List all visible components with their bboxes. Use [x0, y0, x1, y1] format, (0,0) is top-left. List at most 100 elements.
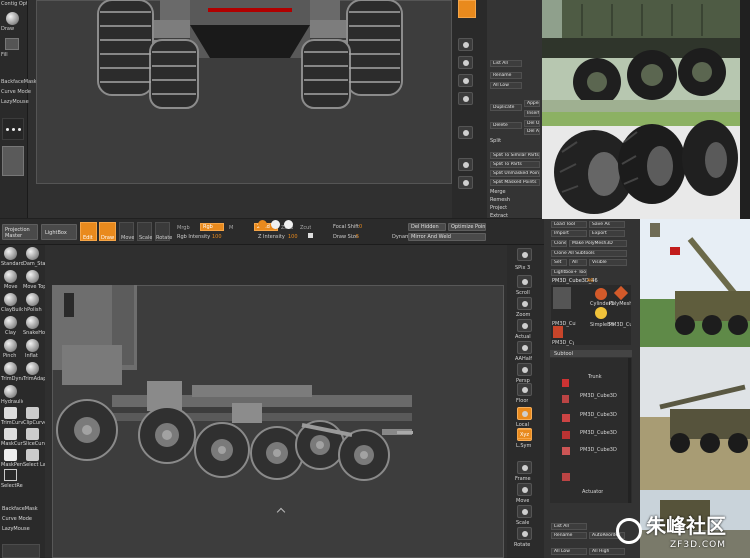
trimcurve-icon[interactable]	[4, 407, 17, 419]
subtool-item-5[interactable]: PM3D_Cube3D	[580, 447, 617, 453]
simplebrush-thumb-icon[interactable]	[595, 307, 607, 319]
clipcurve-icon[interactable]	[26, 407, 39, 419]
make-polymesh-button[interactable]: Make PolyMesh3D	[569, 240, 627, 247]
list-all-button[interactable]: List All	[490, 60, 522, 67]
selectrect-icon[interactable]	[4, 469, 17, 481]
scale-mode-button[interactable]: Scale	[137, 222, 152, 241]
lazymouse-toggle[interactable]: LazyMouse	[2, 526, 44, 532]
all-low-button[interactable]: All Low	[490, 82, 522, 89]
edit-mode-button[interactable]: Edit	[80, 222, 97, 241]
scroll-button[interactable]	[517, 275, 532, 288]
clay-brush-icon[interactable]	[4, 316, 17, 329]
rotate-view-button[interactable]	[517, 527, 532, 540]
hpolish-brush-icon[interactable]	[26, 293, 39, 306]
floor-button[interactable]	[517, 383, 532, 396]
insert-button[interactable]: Insert	[524, 110, 540, 117]
set-button[interactable]: Set	[551, 259, 567, 266]
rename-subtool-button[interactable]: Rename	[551, 532, 587, 539]
list-all-subtool-button[interactable]: List All	[551, 523, 587, 530]
frame-button[interactable]	[517, 461, 532, 474]
scale-view-button[interactable]	[517, 505, 532, 518]
split-masked-button[interactable]: Split Masked Points	[490, 179, 540, 186]
curve-mode-label[interactable]: Curve Mode	[1, 89, 31, 95]
subtool-item-actuator[interactable]: Actuator	[582, 489, 603, 495]
claybuildup-brush-icon[interactable]	[4, 293, 17, 306]
move-mode-button[interactable]: Move	[119, 222, 134, 241]
remesh-label[interactable]: Remesh	[490, 197, 510, 203]
maskcurve-icon[interactable]	[4, 428, 17, 440]
mrgb-label[interactable]: Mrgb	[177, 225, 190, 231]
top-shelf-tool-2[interactable]	[458, 56, 473, 69]
hydraulic-brush-icon[interactable]	[4, 385, 17, 398]
all-button[interactable]: All	[569, 259, 587, 266]
zoom-button[interactable]	[517, 297, 532, 310]
inflat-brush-icon[interactable]	[26, 339, 39, 352]
standard-brush-icon[interactable]	[4, 247, 17, 260]
top-shelf-tool-5[interactable]	[458, 126, 473, 139]
trimadaptive-brush-icon[interactable]	[26, 362, 39, 375]
cylinder-thumb-icon[interactable]	[595, 288, 607, 300]
move-topological-brush-icon[interactable]	[26, 270, 39, 283]
split-similar-button[interactable]: Split To Similar Parts	[490, 152, 540, 159]
snakehook-brush-icon[interactable]	[26, 316, 39, 329]
export-button[interactable]: Export	[589, 230, 625, 237]
lazymouse-label[interactable]: LazyMouse	[1, 99, 29, 105]
actual-button[interactable]	[517, 319, 532, 332]
subtool-scrollbar[interactable]	[628, 358, 631, 503]
del-oth-button[interactable]: Del Oth	[524, 120, 540, 127]
lightbox-button[interactable]: LightBox	[41, 224, 77, 240]
subtool-item-4[interactable]: PM3D_Cube3D	[580, 430, 617, 436]
spix-button[interactable]	[517, 248, 532, 261]
current-tool-thumb[interactable]	[553, 287, 571, 309]
clone-all-subtools-button[interactable]: Clone All Subtools	[551, 250, 627, 257]
visible-button[interactable]: Visible	[589, 259, 627, 266]
move-brush-icon[interactable]	[4, 270, 17, 283]
persp-button[interactable]	[517, 363, 532, 376]
m-label[interactable]: M	[229, 225, 233, 231]
subtool-item-2[interactable]: PM3D_Cube3D	[580, 393, 617, 399]
subtool-item-trunk[interactable]: Trunk	[588, 374, 602, 380]
append-button[interactable]: Append	[524, 100, 540, 107]
white-color-swatch-2[interactable]	[284, 220, 293, 229]
top-shelf-tool-4[interactable]	[458, 92, 473, 105]
rgb-intensity-value[interactable]: 100	[212, 234, 222, 240]
slider-knob-icon[interactable]	[308, 233, 313, 238]
top-shelf-tool-1[interactable]	[458, 38, 473, 51]
pinch-brush-icon[interactable]	[4, 339, 17, 352]
aahalf-button[interactable]	[517, 341, 532, 354]
material-color-swatch[interactable]	[258, 220, 267, 229]
maskpen-icon[interactable]	[4, 449, 17, 461]
local-button[interactable]	[517, 407, 532, 420]
stroke-dots-icon[interactable]	[2, 118, 24, 140]
draw-brush-icon[interactable]	[6, 12, 19, 25]
merge-label[interactable]: Merge	[490, 189, 506, 195]
zcut-label[interactable]: Zcut	[300, 225, 311, 231]
mirror-and-weld-button[interactable]: Mirror And Weld	[408, 233, 486, 241]
split-parts-button[interactable]: Split To Parts	[490, 161, 540, 168]
slicecurve-icon[interactable]	[26, 428, 39, 440]
rotate-mode-button[interactable]: Rotate	[155, 222, 172, 241]
projection-master-button[interactable]: Projection Master	[2, 224, 38, 240]
xyz-button[interactable]: Xyz	[517, 429, 532, 439]
rename-button[interactable]: Rename	[490, 72, 522, 79]
clone-button[interactable]: Clone	[551, 240, 567, 247]
dam-standard-brush-icon[interactable]	[26, 247, 39, 260]
save-as-button[interactable]: Save As	[589, 221, 625, 228]
del-all-button[interactable]: Del All	[524, 128, 540, 135]
import-button[interactable]: Import	[551, 230, 587, 237]
cy-thumb-icon[interactable]	[553, 326, 563, 338]
alpha-swatch-icon[interactable]	[2, 146, 24, 176]
top-shelf-tool-6[interactable]	[458, 158, 473, 171]
all-low-subtool-button[interactable]: All Low	[551, 548, 587, 555]
del-hidden-button[interactable]: Del Hidden	[408, 223, 446, 231]
selectlasso-icon[interactable]	[26, 449, 39, 461]
focal-shift-value[interactable]: 0	[359, 224, 362, 230]
fill-icon[interactable]	[5, 38, 19, 50]
top-shelf-orange-button[interactable]	[458, 0, 476, 18]
backface-mask-toggle[interactable]: BackfaceMask	[2, 506, 44, 512]
top-shelf-tool-7[interactable]	[458, 176, 473, 189]
stroke-preview[interactable]	[2, 544, 40, 558]
load-tool-button[interactable]: Load Tool	[551, 221, 587, 228]
draw-mode-button[interactable]: Draw	[99, 222, 116, 241]
project-label[interactable]: Project	[490, 205, 507, 211]
